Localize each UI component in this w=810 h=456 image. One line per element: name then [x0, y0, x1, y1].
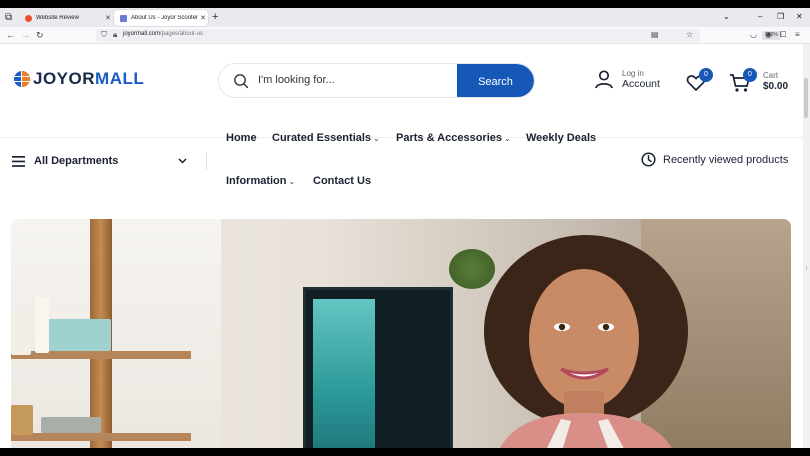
account-link[interactable]: Log in Account [594, 68, 660, 90]
favicon-icon [25, 14, 32, 22]
user-icon [595, 70, 613, 89]
screen-top-border [0, 0, 810, 8]
container-item [11, 405, 33, 435]
cart-button[interactable]: 0 [729, 68, 757, 92]
back-icon[interactable]: ← [6, 29, 15, 41]
tab-list-chevron-icon[interactable]: ⌄ [723, 11, 730, 23]
hero-image [11, 219, 791, 448]
reader-view-icon[interactable]: ▤ [651, 29, 659, 41]
cart-label: Cart [763, 71, 779, 80]
shield-icon[interactable]: ⛉ [101, 30, 107, 40]
recently-viewed-link[interactable]: Recently viewed products [641, 152, 788, 167]
extensions-icon[interactable]: ⧠ [780, 29, 786, 41]
chevron-down-icon: ⌄ [373, 134, 380, 143]
logo-text: JOYORMALL [33, 69, 145, 88]
tab-website-review[interactable]: Website Review ✕ [19, 10, 113, 26]
web-page: JOYORMALL I'm looking for... Search Log … [0, 44, 803, 448]
container-item [47, 319, 111, 351]
departments-label: All Departments [34, 155, 119, 167]
menu-contact-us[interactable]: Contact Us [313, 175, 371, 188]
tab-about-us[interactable]: About Us - Joyor Scooters Offici ✕ [114, 10, 208, 26]
screen-bottom-border [0, 448, 810, 456]
clock-icon [641, 152, 656, 167]
scrollbar-thumb[interactable] [804, 78, 808, 118]
account-label: Account [622, 78, 660, 90]
search-input[interactable]: I'm looking for... [258, 74, 335, 86]
cart-count-badge: 0 [743, 68, 757, 82]
menu-curated-essentials[interactable]: Curated Essentials ⌄ [272, 132, 380, 145]
browser-tab-strip: ⧉ Website Review ✕ About Us - Joyor Scoo… [0, 8, 810, 27]
lock-icon[interactable]: 🔒︎ [113, 30, 117, 40]
container-item [35, 297, 49, 353]
menu-icon[interactable]: ≡ [795, 29, 800, 41]
smiling-woman-photo [484, 235, 688, 448]
favicon-icon [120, 14, 127, 22]
chevron-down-icon: ⌄ [288, 177, 296, 186]
recently-viewed-label: Recently viewed products [663, 153, 789, 166]
bookmark-star-icon[interactable]: ☆ [686, 29, 693, 41]
minimize-icon[interactable]: – [758, 11, 762, 23]
search-bar: I'm looking for... Search [218, 63, 535, 98]
menu-parts-accessories[interactable]: Parts & Accessories ⌄ [396, 132, 511, 145]
wooden-shelf [11, 433, 191, 441]
tab-title: Website Review [36, 15, 79, 21]
forward-icon[interactable]: → [21, 29, 30, 41]
container-item [11, 315, 31, 355]
browser-nav-bar: ← → ↻ ⛉ 🔒︎ joyormall.com/pages/about-us … [0, 27, 810, 44]
resize-handle-icon: ⁞ [806, 266, 808, 272]
url-text[interactable]: joyormall.com/pages/about-us [123, 31, 203, 37]
tab-title: About Us - Joyor Scooters Offici [131, 15, 198, 21]
jars-row [41, 417, 101, 433]
site-logo[interactable]: JOYORMALL [14, 70, 144, 88]
nav-separator [206, 152, 207, 170]
menu-weekly-deals[interactable]: Weekly Deals [526, 132, 596, 145]
menu-home[interactable]: Home [226, 132, 257, 145]
close-tab-icon[interactable]: ✕ [103, 14, 113, 22]
hamburger-icon [12, 155, 25, 167]
pocket-icon[interactable]: ◡ [750, 29, 757, 41]
wishlist-button[interactable]: 0 [686, 68, 713, 92]
reload-icon[interactable]: ↻ [36, 29, 44, 41]
chevron-down-icon [178, 158, 187, 164]
new-tab-icon[interactable]: + [212, 11, 218, 23]
account-icon[interactable]: ◉ [765, 29, 772, 41]
close-tab-icon[interactable]: ✕ [198, 14, 208, 22]
address-bar[interactable]: ⛉ 🔒︎ joyormall.com/pages/about-us ▤ 180%… [96, 29, 781, 42]
search-button[interactable]: Search [457, 64, 534, 97]
search-icon [234, 74, 249, 89]
refrigerator-glass [313, 299, 375, 448]
cart-summary[interactable]: Cart $0.00 [763, 70, 788, 92]
globe-logo-icon [14, 71, 30, 87]
tab-overview-icon[interactable]: ⧉ [5, 11, 12, 24]
cart-total: $0.00 [763, 81, 789, 92]
menu-information[interactable]: Information ⌄ [226, 175, 295, 188]
wishlist-count-badge: 0 [699, 68, 713, 82]
chevron-down-icon: ⌄ [504, 134, 511, 143]
all-departments-dropdown[interactable]: All Departments [12, 154, 187, 168]
close-window-icon[interactable]: ✕ [796, 11, 803, 23]
restore-icon[interactable]: ❐ [777, 11, 784, 23]
